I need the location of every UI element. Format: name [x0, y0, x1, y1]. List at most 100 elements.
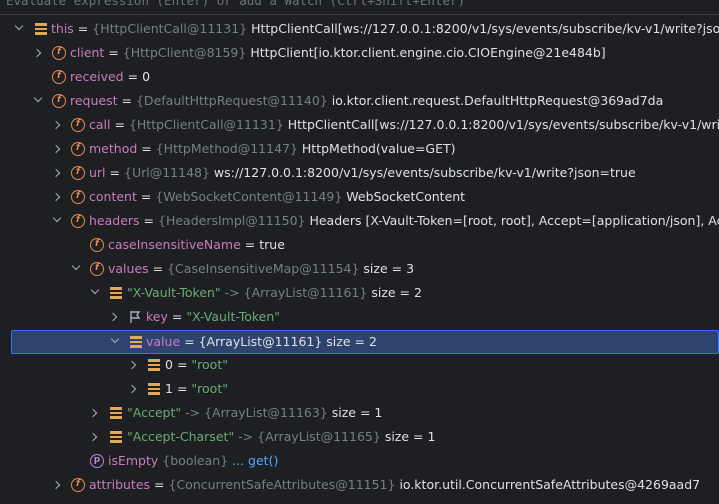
tree-row-attributes[interactable]: f attributes = {ConcurrentSafeAttributes…	[0, 474, 719, 498]
chevron-right-icon[interactable]	[51, 192, 61, 202]
tree-row-received[interactable]: f received = 0	[0, 66, 719, 90]
map-key: "X-Vault-Token"	[127, 285, 221, 300]
var-value: "root"	[191, 381, 228, 396]
tree-row-call[interactable]: f call = {HttpClientCall@11131} HttpClie…	[0, 114, 719, 138]
chevron-down-icon[interactable]	[14, 21, 24, 31]
var-value: io.ktor.client.request.DefaultHttpReques…	[331, 93, 664, 108]
var-ref: {boolean}	[162, 453, 229, 468]
chevron-right-icon[interactable]	[51, 480, 61, 490]
field-icon: f	[71, 166, 85, 180]
tree-row-url[interactable]: f url = {Url@11148} ws://127.0.0.1:8200/…	[0, 162, 719, 186]
field-icon: f	[71, 118, 85, 132]
var-ref: {HttpMethod@11147}	[155, 141, 298, 156]
var-name: this	[51, 21, 74, 36]
var-ref: {ArrayList@11161}	[198, 334, 323, 349]
chevron-down-icon[interactable]	[90, 285, 100, 295]
tree-row-content[interactable]: f content = {WebSocketContent@11149} Web…	[0, 186, 719, 210]
chevron-down-icon[interactable]	[52, 213, 62, 223]
tree-row-key[interactable]: key = "X-Vault-Token"	[0, 306, 719, 330]
tree-row-this[interactable]: this = {HttpClientCall@11131} HttpClient…	[0, 18, 719, 42]
chevron-down-icon[interactable]	[71, 261, 81, 271]
field-icon: f	[52, 70, 66, 84]
var-name: client	[70, 45, 105, 60]
chevron-right-icon[interactable]	[51, 144, 61, 154]
tree-row-value-selected[interactable]: value = {ArrayList@11161} size = 2	[11, 330, 719, 354]
var-name: call	[89, 117, 111, 132]
field-icon: f	[52, 46, 66, 60]
var-name: received	[70, 69, 124, 84]
var-value: "root"	[191, 357, 228, 372]
var-value: ws://127.0.0.1:8200/v1/sys/events/subscr…	[213, 165, 636, 180]
evaluate-expression-placeholder: Evaluate expression (Enter) or add a Wat…	[6, 0, 466, 8]
var-value: HttpClient[io.ktor.client.engine.cio.CIO…	[250, 45, 606, 60]
evaluate-expression-field[interactable]: Evaluate expression (Enter) or add a Wat…	[0, 0, 719, 15]
list-icon	[147, 382, 161, 396]
map-key: "Accept-Charset"	[127, 429, 235, 444]
var-value: HttpMethod(value=GET)	[301, 141, 456, 156]
chevron-right-icon[interactable]	[88, 408, 98, 418]
var-name: values	[108, 261, 149, 276]
var-name: caseInsensitiveName	[108, 237, 241, 252]
chevron-right-icon[interactable]	[108, 312, 118, 322]
tree-row-values[interactable]: f values = {CaseInsensitiveMap@11154} si…	[0, 258, 719, 282]
list-icon	[109, 406, 123, 420]
chevron-right-icon[interactable]	[51, 168, 61, 178]
var-ref: {CaseInsensitiveMap@11154}	[167, 261, 360, 276]
var-name: request	[70, 93, 118, 108]
field-icon: f	[71, 478, 85, 492]
var-ref: {DefaultHttpRequest@11140}	[135, 93, 328, 108]
var-name: 1	[165, 381, 173, 396]
var-name: 0	[165, 357, 173, 372]
map-key: "Accept"	[127, 405, 182, 420]
tree-row-caseInsensitiveName[interactable]: f caseInsensitiveName = true	[0, 234, 719, 258]
chevron-down-icon[interactable]	[33, 93, 43, 103]
chevron-right-icon[interactable]	[127, 384, 137, 394]
tree-row-method[interactable]: f method = {HttpMethod@11147} HttpMethod…	[0, 138, 719, 162]
field-icon: f	[90, 238, 104, 252]
var-ref: {ArrayList@11161}	[243, 285, 368, 300]
var-value: HttpClientCall[ws://127.0.0.1:8200/v1/sy…	[287, 117, 719, 132]
var-value: size = 2	[326, 334, 377, 349]
var-ref: {ConcurrentSafeAttributes@11151}	[168, 477, 396, 492]
var-ref: {Url@11148}	[124, 165, 210, 180]
var-value: HttpClientCall[ws://127.0.0.1:8200/v1/sy…	[251, 21, 719, 36]
list-icon	[109, 286, 123, 300]
var-value: io.ktor.util.ConcurrentSafeAttributes@42…	[399, 477, 701, 492]
var-value: WebSocketContent	[346, 189, 466, 204]
property-icon: p	[90, 454, 104, 468]
tree-row-x-vault-token-entry[interactable]: "X-Vault-Token" -> {ArrayList@11161} siz…	[0, 282, 719, 306]
tree-row-accept-entry[interactable]: "Accept" -> {ArrayList@11163} size = 1	[0, 402, 719, 426]
field-icon: f	[71, 142, 85, 156]
field-icon: f	[71, 190, 85, 204]
var-name: isEmpty	[108, 453, 159, 468]
tree-row-headers[interactable]: f headers = {HeadersImpl@11150} Headers …	[0, 210, 719, 234]
var-value: size = 2	[371, 285, 422, 300]
tree-row-index-1[interactable]: 1 = "root"	[0, 378, 719, 402]
field-icon: f	[90, 262, 104, 276]
var-name: attributes	[89, 477, 151, 492]
tree-row-request[interactable]: f request = {DefaultHttpRequest@11140} i…	[0, 90, 719, 114]
var-name: value	[146, 334, 181, 349]
var-name: key	[146, 309, 168, 324]
chevron-right-icon[interactable]	[88, 432, 98, 442]
var-value: "X-Vault-Token"	[186, 309, 281, 324]
var-name: content	[89, 189, 137, 204]
tree-row-isEmpty[interactable]: p isEmpty {boolean} ... get()	[0, 450, 719, 474]
var-value: Headers [X-Vault-Token=[root, root], Acc…	[309, 213, 719, 228]
chevron-right-icon[interactable]	[127, 360, 137, 370]
var-ref: {WebSocketContent@11149}	[155, 189, 343, 204]
var-ref: {ArrayList@11165}	[257, 429, 381, 444]
var-ref: {HttpClient@8159}	[122, 45, 247, 60]
var-value: size = 1	[384, 429, 436, 444]
getter-link[interactable]: ... get()	[232, 453, 278, 468]
var-ref: {HttpClientCall@11131}	[92, 21, 248, 36]
tree-row-index-0[interactable]: 0 = "root"	[0, 354, 719, 378]
chevron-right-icon[interactable]	[51, 120, 61, 130]
chevron-right-icon[interactable]	[32, 48, 42, 58]
tree-row-client[interactable]: f client = {HttpClient@8159} HttpClient[…	[0, 42, 719, 66]
var-value: size = 3	[363, 261, 415, 276]
var-value: 0	[142, 69, 151, 84]
chevron-down-icon[interactable]	[110, 334, 120, 344]
tree-row-accept-charset-entry[interactable]: "Accept-Charset" -> {ArrayList@11165} si…	[0, 426, 719, 450]
var-ref: {ArrayList@11163}	[204, 405, 328, 420]
